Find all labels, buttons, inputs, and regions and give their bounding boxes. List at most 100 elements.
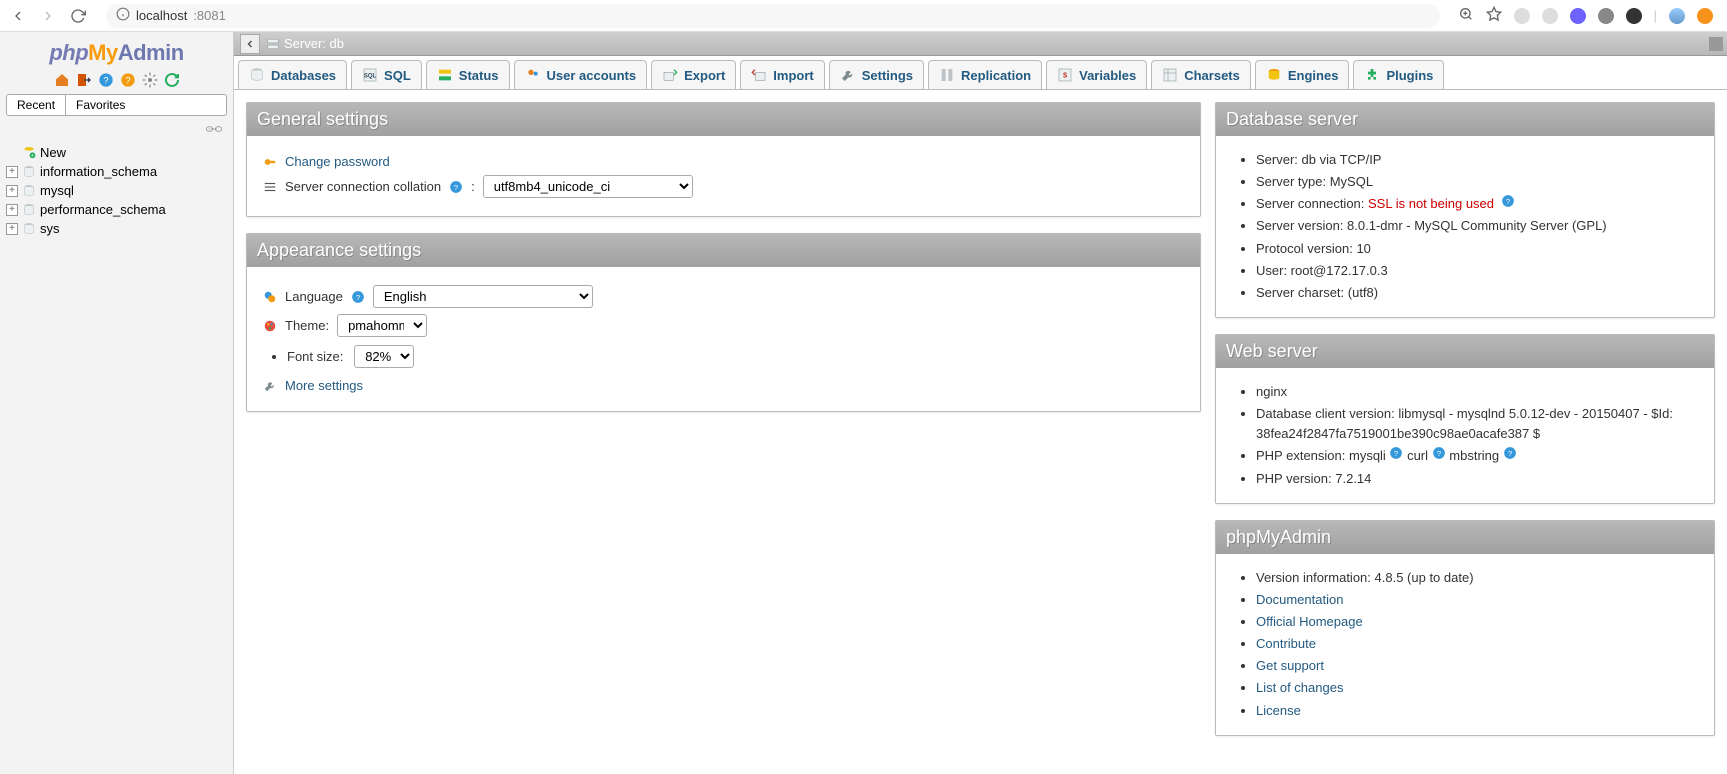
help-icon[interactable]: ?	[1389, 446, 1403, 460]
label: Protocol version:	[1256, 241, 1356, 256]
main-tabs: Databases SQLSQL Status User accounts Ex…	[234, 56, 1727, 90]
address-bar[interactable]: localhost:8081	[106, 4, 1440, 28]
new-database-link[interactable]: + New	[6, 143, 227, 162]
db-node[interactable]: + information_schema	[6, 162, 227, 181]
ext-icon-6[interactable]	[1697, 8, 1713, 24]
tab-users[interactable]: User accounts	[514, 60, 648, 89]
tab-label: Replication	[961, 68, 1031, 83]
panel-title: Database server	[1216, 103, 1714, 136]
language-label: Language	[285, 289, 343, 304]
homepage-link[interactable]: Official Homepage	[1256, 614, 1363, 629]
tab-replication[interactable]: Replication	[928, 60, 1042, 89]
expand-icon[interactable]: +	[6, 185, 18, 197]
expand-icon[interactable]: +	[6, 166, 18, 178]
replication-icon	[939, 67, 955, 83]
database-icon	[22, 165, 36, 179]
db-node[interactable]: + mysql	[6, 181, 227, 200]
docs-link[interactable]: Documentation	[1256, 592, 1343, 607]
expand-icon[interactable]: +	[6, 204, 18, 216]
database-icon	[22, 203, 36, 217]
more-settings-link[interactable]: More settings	[285, 378, 363, 393]
label: PHP extension:	[1256, 448, 1349, 463]
ext-icon-5[interactable]	[1626, 8, 1642, 24]
reload-button[interactable]	[68, 6, 88, 26]
db-label: sys	[40, 221, 60, 236]
panel-link-icon[interactable]	[0, 122, 233, 141]
tab-label: SQL	[384, 68, 411, 83]
theme-select[interactable]: pmahomme	[337, 314, 427, 337]
logo[interactable]: phpMyAdmin	[0, 32, 233, 68]
avatar[interactable]	[1669, 8, 1685, 24]
tab-import[interactable]: Import	[740, 60, 824, 89]
settings-icon[interactable]	[142, 72, 158, 88]
collation-select[interactable]: utf8mb4_unicode_ci	[483, 175, 693, 198]
tab-databases[interactable]: Databases	[238, 60, 347, 89]
tab-settings[interactable]: Settings	[829, 60, 924, 89]
help-icon[interactable]: ?	[449, 180, 463, 194]
ext-icon-4[interactable]	[1598, 8, 1614, 24]
db-node[interactable]: + sys	[6, 219, 227, 238]
collation-icon	[263, 180, 277, 194]
value: MySQL	[1330, 174, 1373, 189]
fontsize-label: Font size:	[287, 349, 343, 364]
sidebar: phpMyAdmin ? ? Recent Favorites + New +	[0, 32, 234, 774]
reload-tree-icon[interactable]	[164, 72, 180, 88]
nav-collapse-button[interactable]	[240, 34, 260, 54]
tab-engines[interactable]: Engines	[1255, 60, 1350, 89]
help-icon[interactable]: ?	[1503, 446, 1517, 460]
tab-plugins[interactable]: Plugins	[1353, 60, 1444, 89]
tab-label: Charsets	[1184, 68, 1240, 83]
svg-text:?: ?	[125, 75, 130, 85]
db-node[interactable]: + performance_schema	[6, 200, 227, 219]
ext-icon-1[interactable]	[1514, 8, 1530, 24]
db-label: information_schema	[40, 164, 157, 179]
ssl-warning: SSL is not being used	[1368, 196, 1494, 211]
ext-icon-2[interactable]	[1542, 8, 1558, 24]
back-button[interactable]	[8, 6, 28, 26]
tab-label: User accounts	[547, 68, 637, 83]
svg-text:?: ?	[356, 292, 360, 301]
changes-link[interactable]: List of changes	[1256, 680, 1343, 695]
collapse-topbar-icon[interactable]	[1709, 37, 1723, 51]
language-select[interactable]: English	[373, 285, 593, 308]
logout-icon[interactable]	[76, 72, 92, 88]
charsets-icon	[1162, 67, 1178, 83]
favorites-tab[interactable]: Favorites	[65, 95, 135, 115]
zoom-icon[interactable]	[1458, 6, 1474, 25]
fontsize-select[interactable]: 82%	[354, 345, 414, 368]
new-db-icon: +	[22, 146, 36, 160]
expand-icon[interactable]: +	[6, 223, 18, 235]
tab-label: Export	[684, 68, 725, 83]
svg-text:?: ?	[1437, 449, 1441, 458]
tab-status[interactable]: Status	[426, 60, 510, 89]
engines-icon	[1266, 67, 1282, 83]
forward-button[interactable]	[38, 6, 58, 26]
tab-export[interactable]: Export	[651, 60, 736, 89]
help-icon[interactable]: ?	[1432, 446, 1446, 460]
license-link[interactable]: License	[1256, 703, 1301, 718]
recent-tab[interactable]: Recent	[7, 95, 65, 115]
tab-label: Plugins	[1386, 68, 1433, 83]
tab-label: Status	[459, 68, 499, 83]
value: 8.0.1-dmr - MySQL Community Server (GPL)	[1347, 218, 1607, 233]
home-icon[interactable]	[54, 72, 70, 88]
ext-icon-3[interactable]	[1570, 8, 1586, 24]
bookmark-icon[interactable]	[1486, 6, 1502, 25]
browser-actions: |	[1458, 6, 1719, 25]
change-password-link[interactable]: Change password	[285, 154, 390, 169]
value: db via TCP/IP	[1302, 152, 1382, 167]
help-icon[interactable]: ?	[351, 290, 365, 304]
support-link[interactable]: Get support	[1256, 658, 1324, 673]
tab-variables[interactable]: $Variables	[1046, 60, 1147, 89]
svg-text:?: ?	[1394, 449, 1398, 458]
breadcrumb-server[interactable]: Server: db	[284, 36, 344, 51]
tab-charsets[interactable]: Charsets	[1151, 60, 1251, 89]
docs-icon[interactable]: ?	[98, 72, 114, 88]
help-icon[interactable]: ?	[1501, 194, 1515, 208]
main-area: Server: db Databases SQLSQL Status User …	[234, 32, 1727, 774]
info-icon	[116, 7, 130, 24]
sql-docs-icon[interactable]: ?	[120, 72, 136, 88]
tab-sql[interactable]: SQLSQL	[351, 60, 422, 89]
recent-favorites-switch: Recent Favorites	[6, 94, 227, 116]
contribute-link[interactable]: Contribute	[1256, 636, 1316, 651]
